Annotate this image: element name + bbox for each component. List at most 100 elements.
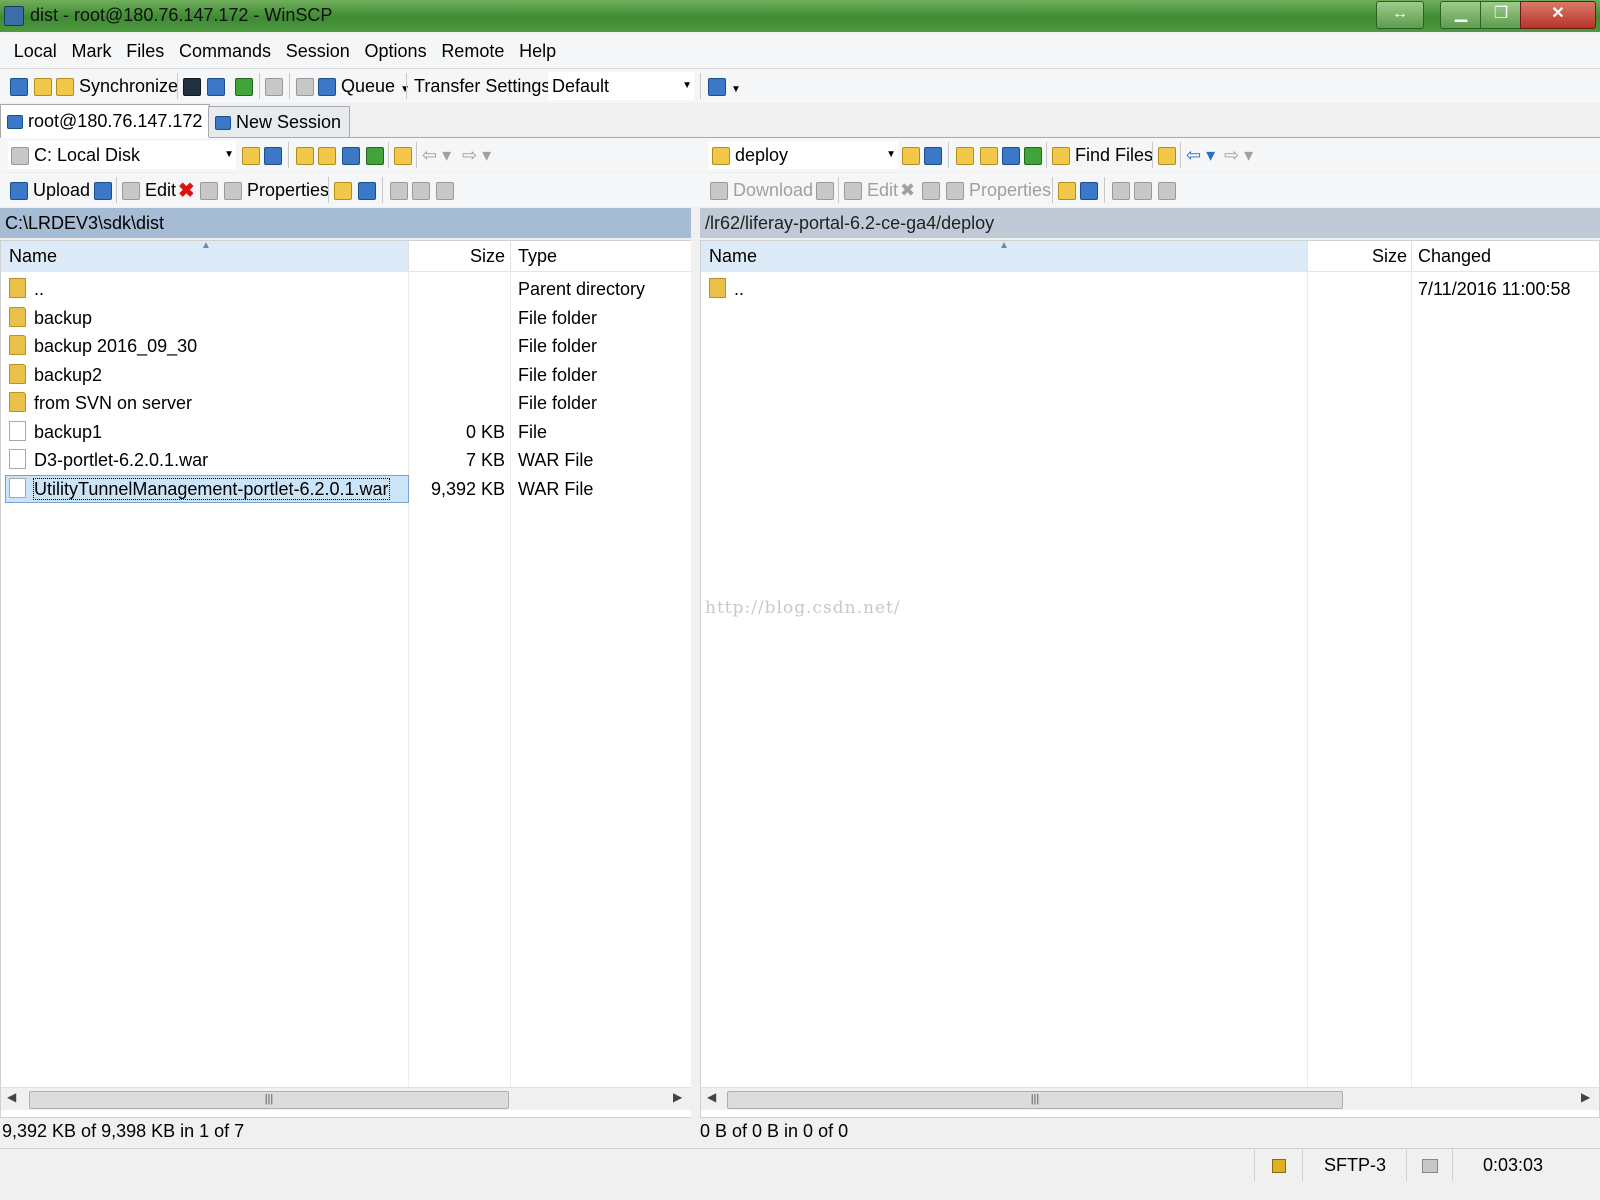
remote-tree-button[interactable]: [1158, 138, 1176, 172]
menu-local[interactable]: Local: [9, 34, 62, 62]
remote-properties-button[interactable]: Properties: [946, 173, 1051, 207]
queue-item-button[interactable]: [296, 69, 314, 103]
remote-col-size[interactable]: Size: [1311, 241, 1407, 271]
download-button[interactable]: Download: [710, 173, 813, 207]
local-new-folder-button[interactable]: [334, 173, 352, 207]
local-horizontal-scrollbar[interactable]: ◀ ||| ▶: [1, 1087, 691, 1110]
preferences-button[interactable]: [265, 69, 283, 103]
menu-commands[interactable]: Commands: [174, 34, 276, 62]
local-parent-dir-button[interactable]: [296, 138, 314, 172]
remote-edit-button[interactable]: Edit: [844, 173, 898, 207]
find-files-button[interactable]: Find Files: [1052, 138, 1153, 172]
parent-folder-icon: [9, 278, 26, 298]
local-properties-button[interactable]: Properties: [224, 173, 329, 207]
download-options-button[interactable]: [816, 173, 834, 207]
local-select-button[interactable]: [390, 173, 408, 207]
remote-col-changed[interactable]: Changed: [1418, 241, 1491, 271]
col-divider: [408, 241, 409, 271]
menu-files[interactable]: Files: [121, 34, 169, 62]
local-new-file-button[interactable]: [358, 173, 376, 207]
open-terminal-button[interactable]: [183, 69, 201, 103]
file-row[interactable]: UtilityTunnelManagement-portlet-6.2.0.1.…: [1, 474, 691, 503]
local-col-size[interactable]: Size: [411, 241, 505, 271]
local-col-type[interactable]: Type: [518, 241, 557, 271]
menu-help[interactable]: Help: [514, 34, 561, 62]
remote-horizontal-scrollbar[interactable]: ◀ ||| ▶: [701, 1087, 1599, 1110]
local-rename-button[interactable]: [200, 173, 218, 207]
file-row[interactable]: backup File folder: [1, 304, 691, 332]
remote-col-name[interactable]: Name: [709, 241, 757, 271]
file-name-cell: backup 2016_09_30: [7, 332, 197, 360]
remote-path-bar[interactable]: /lr62/liferay-portal-6.2-ce-ga4/deploy: [700, 208, 1600, 238]
local-col-name[interactable]: Name: [9, 241, 57, 271]
local-root-dir-button[interactable]: [318, 138, 336, 172]
local-path-bar[interactable]: C:\LRDEV3\sdk\dist: [0, 208, 691, 238]
upload-button[interactable]: Upload: [10, 173, 90, 207]
menu-options[interactable]: Options: [360, 34, 432, 62]
local-delete-button[interactable]: ✖: [178, 173, 195, 207]
scroll-right-icon[interactable]: ▶: [673, 1090, 682, 1104]
remote-open-directory-button[interactable]: [902, 138, 920, 172]
local-back-button[interactable]: ⇦ ▾: [422, 138, 451, 172]
back-arrow-icon: ⇦ ▾: [1186, 145, 1216, 165]
panel-splitter[interactable]: [691, 208, 699, 1118]
refresh-session-button[interactable]: [235, 69, 253, 103]
local-home-button[interactable]: [342, 138, 360, 172]
menu-session[interactable]: Session: [281, 34, 355, 62]
local-refresh-button[interactable]: [366, 138, 384, 172]
remote-unselect-button[interactable]: [1134, 173, 1152, 207]
local-unselect-button[interactable]: [412, 173, 430, 207]
local-filter-button[interactable]: [264, 138, 282, 172]
file-row[interactable]: backup1 0 KB File: [1, 418, 691, 446]
remote-rename-button[interactable]: [922, 173, 940, 207]
tab-new-session[interactable]: New Session: [208, 106, 350, 137]
maximize-button[interactable]: ❐: [1480, 1, 1522, 29]
scroll-right-icon[interactable]: ▶: [1581, 1090, 1590, 1104]
remote-root-dir-button[interactable]: [980, 138, 998, 172]
putty-button[interactable]: [207, 69, 225, 103]
local-open-directory-button[interactable]: [242, 138, 260, 172]
file-row[interactable]: from SVN on server File folder: [1, 389, 691, 417]
file-row[interactable]: backup2 File folder: [1, 361, 691, 389]
remote-forward-button[interactable]: ⇨ ▾: [1224, 138, 1253, 172]
site-manager-button[interactable]: ▼: [708, 69, 741, 103]
synchronize-button[interactable]: Synchronize: [56, 69, 178, 103]
queue-button[interactable]: Queue ▼: [318, 69, 410, 103]
remote-refresh-button[interactable]: [1024, 138, 1042, 172]
remote-filter-button[interactable]: [924, 138, 942, 172]
remote-home-button[interactable]: [1002, 138, 1020, 172]
file-row[interactable]: .. 7/11/2016 11:00:58: [701, 275, 1599, 303]
minimize-button[interactable]: ▁: [1440, 1, 1482, 29]
resize-button[interactable]: ↔: [1376, 1, 1424, 29]
upload-options-button[interactable]: [94, 173, 112, 207]
file-name-cell: UtilityTunnelManagement-portlet-6.2.0.1.…: [5, 474, 409, 503]
compare-directories-button[interactable]: [10, 69, 28, 103]
tab-session-root[interactable]: root@180.76.147.172: [0, 104, 210, 138]
scroll-left-icon[interactable]: ◀: [7, 1090, 16, 1104]
file-row[interactable]: .. Parent directory: [1, 275, 691, 303]
transfer-settings-select[interactable]: Default ▼: [548, 72, 694, 100]
remote-scroll-thumb[interactable]: |||: [727, 1091, 1343, 1109]
remote-filter-select-button[interactable]: [1158, 173, 1176, 207]
remote-back-button[interactable]: ⇦ ▾: [1186, 138, 1215, 172]
local-drive-select[interactable]: C: Local Disk ▼: [8, 141, 236, 169]
keep-up-to-date-button[interactable]: [34, 69, 52, 103]
local-scroll-thumb[interactable]: |||: [29, 1091, 509, 1109]
local-list-header: Name ▲ Size Type: [1, 240, 691, 272]
local-edit-button[interactable]: Edit: [122, 173, 176, 207]
file-row[interactable]: backup 2016_09_30 File folder: [1, 332, 691, 360]
remote-parent-dir-button[interactable]: [956, 138, 974, 172]
scroll-left-icon[interactable]: ◀: [707, 1090, 716, 1104]
remote-new-folder-button[interactable]: [1058, 173, 1076, 207]
file-row[interactable]: D3-portlet-6.2.0.1.war 7 KB WAR File: [1, 446, 691, 474]
local-forward-button[interactable]: ⇨ ▾: [462, 138, 491, 172]
menu-remote[interactable]: Remote: [436, 34, 509, 62]
close-button[interactable]: ✕: [1520, 1, 1596, 29]
remote-delete-button[interactable]: ✖: [900, 173, 915, 207]
local-filter-select-button[interactable]: [436, 173, 454, 207]
remote-folder-select[interactable]: deploy ▼: [708, 141, 898, 169]
local-tree-button[interactable]: [394, 138, 412, 172]
menu-mark[interactable]: Mark: [67, 34, 117, 62]
remote-select-button[interactable]: [1112, 173, 1130, 207]
remote-new-file-button[interactable]: [1080, 173, 1098, 207]
